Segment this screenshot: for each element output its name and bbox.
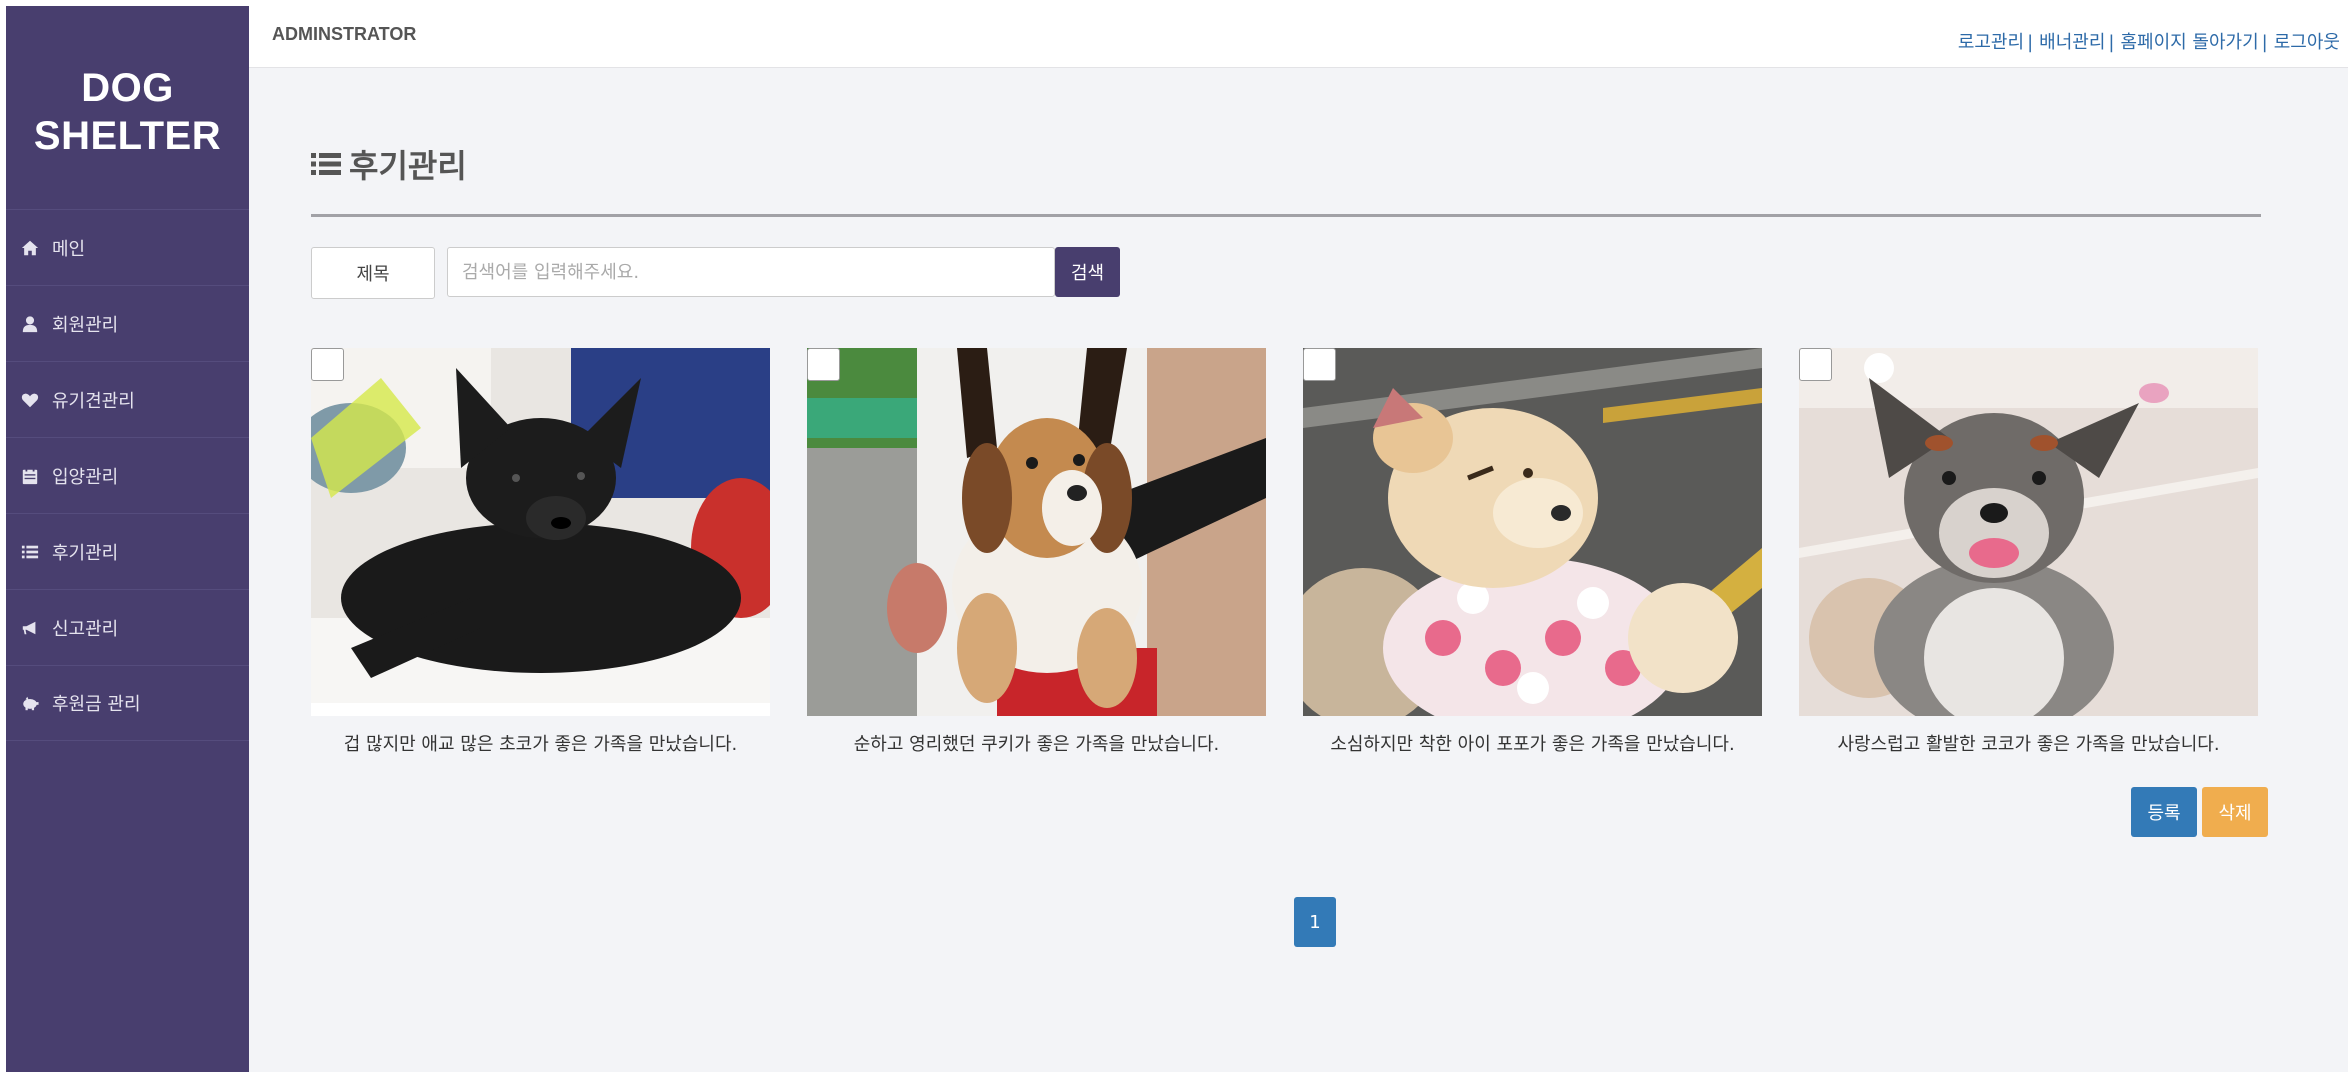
review-checkbox[interactable] <box>1799 348 1832 381</box>
sidebar-item-label: 신고관리 <box>52 618 119 640</box>
register-button[interactable]: 등록 <box>2131 787 2197 837</box>
homepage-link[interactable]: 홈페이지 돌아가기 <box>2120 32 2258 53</box>
calendar-icon <box>20 466 40 486</box>
sidebar-item-donations[interactable]: 후원금 관리 <box>6 665 249 741</box>
sidebar-item-label: 메인 <box>52 238 86 260</box>
admin-label: ADMINSTRATOR <box>272 24 417 44</box>
search-button[interactable]: 검색 <box>1055 247 1120 297</box>
delete-button[interactable]: 삭제 <box>2202 787 2268 837</box>
gray-dog-photo <box>1799 348 2258 716</box>
review-caption: 소심하지만 착한 아이 포포가 좋은 가족을 만났습니다. <box>1330 734 1735 755</box>
logo-line-2: SHELTER <box>33 114 222 158</box>
search-type-select[interactable]: 제목 <box>311 247 435 299</box>
sidebar-item-label: 후기관리 <box>52 542 119 564</box>
review-card[interactable]: 소심하지만 착한 아이 포포가 좋은 가족을 만났습니다. <box>1303 348 1762 756</box>
home-icon <box>20 238 40 258</box>
sidebar-item-label: 회원관리 <box>52 314 119 336</box>
page-title-text: 후기관리 <box>349 147 467 185</box>
sidebar-item-reports[interactable]: 신고관리 <box>6 589 249 665</box>
review-image[interactable] <box>807 348 1266 716</box>
title-divider <box>311 214 2261 217</box>
list-icon <box>311 153 341 175</box>
sidebar-item-members[interactable]: 회원관리 <box>6 285 249 361</box>
logo-manage-link[interactable]: 로고관리 <box>1958 32 2024 53</box>
logout-link[interactable]: 로그아웃 <box>2274 32 2340 53</box>
review-image[interactable] <box>1799 348 2258 716</box>
sidebar-item-label: 후원금 관리 <box>52 694 141 715</box>
black-dog-photo <box>311 348 770 716</box>
sidebar-item-reviews[interactable]: 후기관리 <box>6 513 249 589</box>
link-separator: | <box>2261 32 2268 53</box>
beagle-puppy-photo <box>807 348 1266 716</box>
logo[interactable]: DOG SHELTER <box>6 64 249 160</box>
review-card[interactable]: 사랑스럽고 활발한 코코가 좋은 가족을 만났습니다. <box>1799 348 2258 756</box>
review-checkbox[interactable] <box>1303 348 1336 381</box>
sidebar-item-main[interactable]: 메인 <box>6 209 249 285</box>
main-content: 후기관리 제목 검색어를 입력해주세요. 검색 겁 많지만 애교 많은 초코가 … <box>249 68 2348 1072</box>
link-separator: | <box>2108 32 2115 53</box>
piggy-bank-icon <box>20 693 40 713</box>
review-checkbox[interactable] <box>311 348 344 381</box>
banner-manage-link[interactable]: 배너관리 <box>2039 32 2105 53</box>
link-separator: | <box>2027 32 2034 53</box>
sidebar: DOG SHELTER 메인 회원관리 유기견관리 입양관리 후기관리 신고관리… <box>6 6 249 1072</box>
review-checkbox[interactable] <box>807 348 840 381</box>
sidebar-item-adoption[interactable]: 입양관리 <box>6 437 249 513</box>
review-card[interactable]: 겁 많지만 애교 많은 초코가 좋은 가족을 만났습니다. <box>311 348 770 756</box>
top-bar: ADMINSTRATOR 로고관리 | 배너관리 | 홈페이지 돌아가기 | 로그아웃 <box>249 0 2348 68</box>
heart-icon <box>20 390 40 410</box>
review-image[interactable] <box>1303 348 1762 716</box>
top-links: 로고관리 | 배너관리 | 홈페이지 돌아가기 | 로그아웃 <box>1958 28 2340 54</box>
user-icon <box>20 314 40 334</box>
logo-line-1: DOG <box>81 66 174 110</box>
review-card[interactable]: 순하고 영리했던 쿠키가 좋은 가족을 만났습니다. <box>807 348 1266 756</box>
sidebar-item-dogs[interactable]: 유기견관리 <box>6 361 249 437</box>
sidebar-nav: 메인 회원관리 유기견관리 입양관리 후기관리 신고관리 후원금 관리 <box>6 209 249 741</box>
review-caption: 사랑스럽고 활발한 코코가 좋은 가족을 만났습니다. <box>1837 734 2220 755</box>
list-icon <box>20 542 40 562</box>
fluffy-puppy-photo <box>1303 348 1762 716</box>
bullhorn-icon <box>20 618 40 638</box>
sidebar-item-label: 유기견관리 <box>52 390 135 412</box>
review-caption: 겁 많지만 애교 많은 초코가 좋은 가족을 만났습니다. <box>343 734 738 755</box>
sidebar-item-label: 입양관리 <box>52 466 119 488</box>
review-caption: 순하고 영리했던 쿠키가 좋은 가족을 만났습니다. <box>853 734 1220 755</box>
pagination-page-1[interactable]: 1 <box>1294 897 1336 947</box>
search-input[interactable] <box>447 247 1055 297</box>
page-title: 후기관리 <box>311 144 467 185</box>
review-image[interactable] <box>311 348 770 716</box>
